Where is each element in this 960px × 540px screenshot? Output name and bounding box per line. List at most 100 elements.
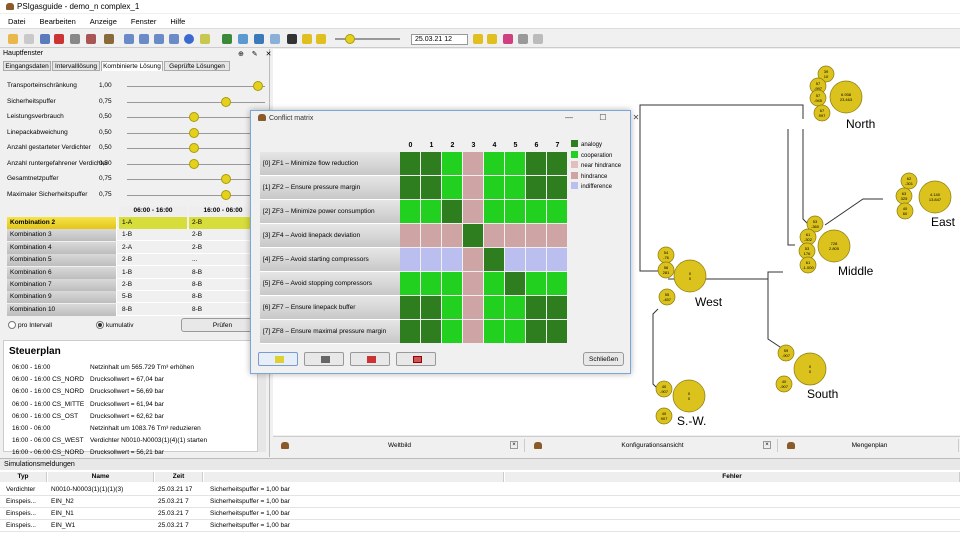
matrix-cell[interactable] <box>547 272 568 296</box>
matrix-cell[interactable] <box>442 272 463 296</box>
node-bubble[interactable]: 7282.805 <box>817 229 851 263</box>
print-button[interactable] <box>304 352 344 366</box>
matrix-cell[interactable] <box>463 296 484 320</box>
close-button[interactable]: Schließen <box>583 352 624 366</box>
close-icon[interactable]: × <box>763 441 771 449</box>
param-slider-knob[interactable] <box>189 143 199 153</box>
node-bubble[interactable]: 57-945 <box>809 89 827 107</box>
copy-button[interactable] <box>258 352 298 366</box>
matrix-cell[interactable] <box>442 176 463 200</box>
node-bubble[interactable]: 4.14013.847 <box>918 180 952 214</box>
exit-icon[interactable] <box>104 34 114 44</box>
combination-row[interactable]: Kombination 3 1-B 2-B <box>7 229 257 242</box>
select-icon[interactable] <box>238 34 248 44</box>
matrix-cell[interactable] <box>484 176 505 200</box>
matrix-cell[interactable] <box>421 272 442 296</box>
sim-row[interactable]: Einspeis... EIN_W1 25.03.21 7 Sicherheit… <box>0 520 960 532</box>
node-bubble[interactable]: 55-457 <box>658 288 676 306</box>
matrix-cell[interactable] <box>421 320 442 344</box>
info-icon[interactable] <box>184 34 194 44</box>
matrix-cell[interactable] <box>484 320 505 344</box>
node-bubble[interactable]: 40-907 <box>775 375 793 393</box>
matrix-cell[interactable] <box>421 224 442 248</box>
zoom-fit-icon[interactable] <box>154 34 164 44</box>
matrix-cell[interactable] <box>526 248 547 272</box>
param-slider-knob[interactable] <box>221 96 231 107</box>
new-file-icon[interactable] <box>24 34 34 44</box>
node-bubble[interactable]: 59-907 <box>777 344 795 362</box>
rewind-icon[interactable] <box>316 34 326 44</box>
matrix-cell[interactable] <box>442 152 463 176</box>
matrix-cell[interactable] <box>547 320 568 344</box>
param-slider-knob[interactable] <box>189 158 199 169</box>
radio-pro-intervall[interactable]: pro Intervall <box>8 321 52 329</box>
matrix-cell[interactable] <box>526 272 547 296</box>
matrix-cell[interactable] <box>505 152 526 176</box>
tab-eingangsdaten[interactable]: Eingangsdaten <box>3 61 51 71</box>
dialog-window-controls[interactable]: — ☐ ✕ <box>565 113 651 122</box>
matrix-cell[interactable] <box>547 152 568 176</box>
matrix-cell[interactable] <box>400 248 421 272</box>
matrix-cell[interactable] <box>526 176 547 200</box>
menu-hilfe[interactable]: Hilfe <box>162 14 191 29</box>
node-bubble[interactable]: 54-76 <box>657 246 675 264</box>
matrix-cell[interactable] <box>505 224 526 248</box>
matrix-cell[interactable] <box>505 200 526 224</box>
matrix-cell[interactable] <box>547 224 568 248</box>
step-forward-icon[interactable] <box>487 34 497 44</box>
settings-time-icon[interactable] <box>533 34 543 44</box>
tab-gepruefte-loesungen[interactable]: Geprüfte Lösungen <box>164 61 230 71</box>
matrix-cell[interactable] <box>400 296 421 320</box>
date-input[interactable]: 25.03.21 12 <box>411 34 468 45</box>
combination-row[interactable]: Kombination 5 2-B ... <box>7 254 257 267</box>
node-bubble[interactable]: 40-907 <box>655 380 673 398</box>
matrix-cell[interactable] <box>463 200 484 224</box>
tab-kombinierte-loesung[interactable]: Kombinierte Lösung <box>101 61 163 71</box>
param-slider-track[interactable] <box>127 86 265 87</box>
film-icon[interactable] <box>287 34 297 44</box>
combination-row[interactable]: Kombination 4 2-A 2-B <box>7 241 257 254</box>
col-fehler[interactable]: Fehler <box>505 472 960 482</box>
close-icon[interactable]: × <box>510 441 518 449</box>
matrix-cell[interactable] <box>547 296 568 320</box>
matrix-cell[interactable] <box>442 200 463 224</box>
zoom-out-icon[interactable] <box>139 34 149 44</box>
time-slider-knob[interactable] <box>344 34 355 44</box>
zoom-reset-icon[interactable] <box>169 34 179 44</box>
sim-row[interactable]: Einspeis... EIN_N1 25.03.21 7 Sicherheit… <box>0 508 960 520</box>
matrix-cell[interactable] <box>442 224 463 248</box>
matrix-cell[interactable] <box>547 176 568 200</box>
tab-mengenplan[interactable]: Mengenplan <box>781 439 959 452</box>
calendar-icon[interactable] <box>518 34 528 44</box>
matrix-cell[interactable] <box>400 176 421 200</box>
matrix-cell[interactable] <box>484 152 505 176</box>
matrix-cell[interactable] <box>505 320 526 344</box>
combination-row[interactable]: Kombination 2 1-A 2-B <box>7 217 257 229</box>
node-bubble[interactable]: 61-302 <box>799 228 817 246</box>
radio-button-selected[interactable] <box>96 321 104 329</box>
col-name[interactable]: Name <box>48 472 154 482</box>
step-back-icon[interactable] <box>302 34 312 44</box>
book-icon[interactable] <box>86 34 96 44</box>
matrix-cell[interactable] <box>421 152 442 176</box>
matrix-cell[interactable] <box>526 296 547 320</box>
matrix-cell[interactable] <box>400 224 421 248</box>
reset-time-icon[interactable] <box>503 34 513 44</box>
node-bubble[interactable]: 00 <box>672 379 706 413</box>
export-button[interactable] <box>350 352 390 366</box>
radio-button[interactable] <box>8 321 16 329</box>
param-slider-knob[interactable] <box>221 174 231 184</box>
matrix-cell[interactable] <box>421 248 442 272</box>
matrix-cell[interactable] <box>400 200 421 224</box>
matrix-cell[interactable] <box>484 272 505 296</box>
matrix-cell[interactable] <box>526 152 547 176</box>
matrix-cell[interactable] <box>463 320 484 344</box>
save-icon[interactable] <box>40 34 50 44</box>
matrix-cell[interactable] <box>463 152 484 176</box>
matrix-cell[interactable] <box>442 248 463 272</box>
matrix-cell[interactable] <box>484 224 505 248</box>
node-icon[interactable] <box>254 34 264 44</box>
zoom-in-icon[interactable] <box>124 34 134 44</box>
param-slider-knob[interactable] <box>253 81 263 91</box>
matrix-cell[interactable] <box>547 248 568 272</box>
